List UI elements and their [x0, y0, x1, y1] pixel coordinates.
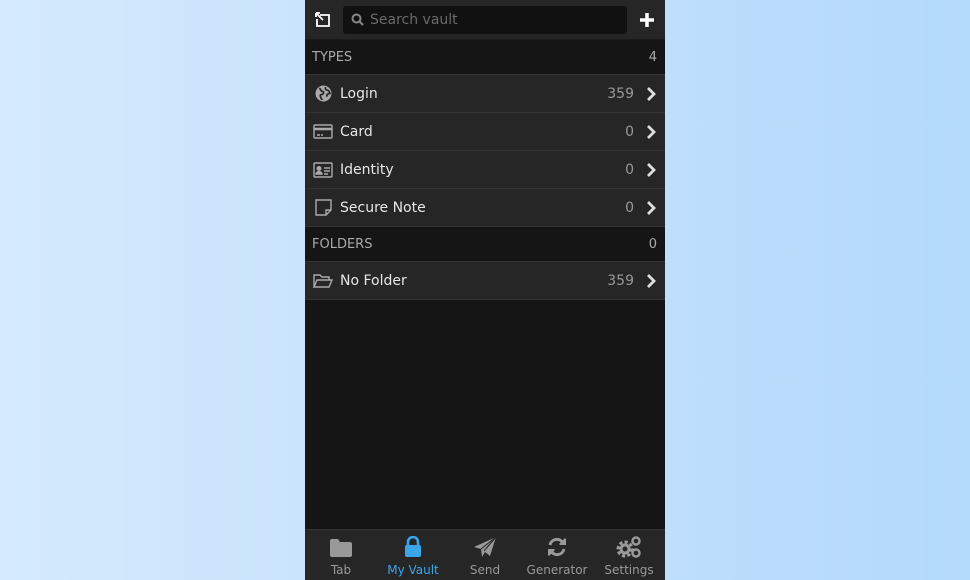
types-count: 4	[648, 49, 657, 65]
popout-button[interactable]	[313, 10, 333, 30]
tab-generator[interactable]: Generator	[521, 530, 593, 580]
item-count: 359	[607, 85, 634, 102]
refresh-icon	[546, 536, 568, 558]
tab-label: My Vault	[387, 563, 439, 577]
chevron-right-icon	[647, 273, 656, 288]
folders-title: FOLDERS	[312, 236, 373, 252]
globe-icon	[313, 84, 333, 104]
tab-settings[interactable]: Settings	[593, 530, 665, 580]
item-count: 0	[625, 199, 634, 216]
plus-icon	[640, 12, 654, 27]
search-input[interactable]	[370, 11, 619, 28]
id-card-icon	[313, 160, 333, 180]
item-label: Secure Note	[340, 199, 426, 216]
gears-icon	[616, 536, 642, 558]
types-header: TYPES 4	[305, 40, 665, 75]
tab-label: Tab	[330, 563, 352, 577]
tab-tab[interactable]: Tab	[305, 530, 377, 580]
folder-icon	[329, 538, 353, 558]
chevron-right-icon	[647, 124, 656, 139]
chevron-right-icon	[647, 162, 656, 177]
search-box	[343, 5, 627, 34]
paper-plane-icon	[473, 536, 497, 558]
types-title: TYPES	[312, 49, 353, 65]
sticky-note-icon	[313, 198, 333, 218]
types-item-card[interactable]: Card 0	[305, 113, 665, 151]
item-count: 0	[625, 161, 634, 178]
types-item-identity[interactable]: Identity 0	[305, 151, 665, 189]
chevron-right-icon	[647, 86, 656, 101]
item-count: 359	[607, 272, 634, 289]
item-label: Identity	[340, 161, 394, 178]
tab-bar: Tab My Vault Send Generator Settings	[305, 529, 665, 580]
folders-header: FOLDERS 0	[305, 227, 665, 262]
vault-popup: TYPES4 Login359Card0Identity0Secure Note…	[305, 0, 665, 580]
item-count: 0	[625, 123, 634, 140]
tab-label: Generator	[526, 563, 588, 577]
search-icon	[351, 13, 364, 26]
folder-open-icon	[313, 271, 333, 291]
folders-count: 0	[648, 236, 657, 252]
add-item-button[interactable]	[637, 10, 657, 30]
credit-card-icon	[313, 122, 333, 142]
popout-icon	[315, 11, 330, 27]
folders-item-no-folder[interactable]: No Folder 359	[305, 262, 665, 300]
tab-label: Settings	[604, 563, 654, 577]
tab-label: Send	[469, 563, 501, 577]
item-label: Login	[340, 85, 378, 102]
lock-icon	[404, 536, 422, 558]
header	[305, 0, 665, 40]
chevron-right-icon	[647, 200, 656, 215]
tab-my-vault[interactable]: My Vault	[377, 530, 449, 580]
types-item-secure-note[interactable]: Secure Note 0	[305, 189, 665, 227]
tab-send[interactable]: Send	[449, 530, 521, 580]
item-label: Card	[340, 123, 373, 140]
item-label: No Folder	[340, 272, 407, 289]
types-item-login[interactable]: Login 359	[305, 75, 665, 113]
